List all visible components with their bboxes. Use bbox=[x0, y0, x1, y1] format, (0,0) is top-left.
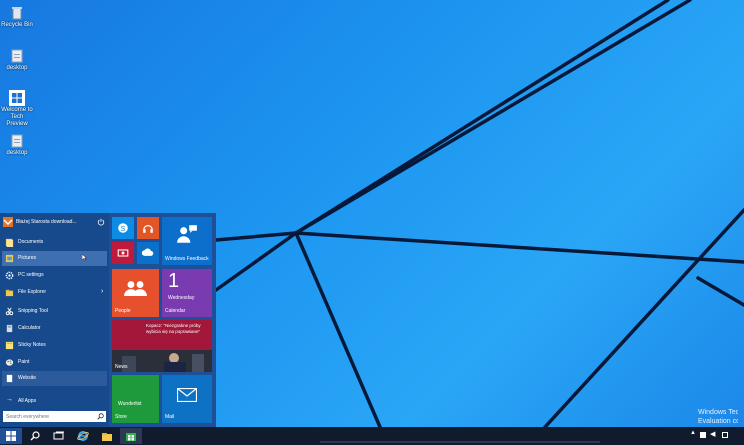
desktop-icon-label: Welcome to Tech Preview bbox=[1, 107, 33, 127]
store-sub: Wunderlist bbox=[118, 401, 142, 407]
start-item-pc-settings[interactable]: PC settings bbox=[2, 268, 107, 283]
feedback-person-icon bbox=[177, 225, 197, 243]
file-icon bbox=[11, 49, 23, 63]
tile-label: Windows Feedback bbox=[165, 256, 209, 262]
internet-explorer-icon bbox=[77, 431, 89, 441]
taskbar-ie-button[interactable] bbox=[72, 428, 94, 444]
news-headline: Kopacz: "Niezgrabne próby wybicia się na… bbox=[146, 323, 201, 334]
scissors-icon bbox=[5, 307, 14, 316]
task-view-icon bbox=[53, 431, 64, 440]
page-icon bbox=[6, 374, 13, 383]
start-item-paint[interactable]: Paint bbox=[2, 355, 107, 370]
taskbar: ▲ ◀ bbox=[0, 427, 744, 445]
start-menu: Błażej Starosta download... Documents Pi… bbox=[0, 213, 216, 427]
start-item-file-explorer[interactable]: File Explorer › bbox=[2, 285, 107, 300]
watermark-line-2: Evaluation copy. bbox=[698, 418, 738, 425]
all-apps-button[interactable]: → All Apps bbox=[2, 394, 107, 409]
paint-icon bbox=[5, 359, 14, 366]
taskbar-store-button[interactable] bbox=[120, 428, 142, 444]
desktop-icon-label: desktop bbox=[6, 150, 28, 156]
task-view-button[interactable] bbox=[48, 428, 70, 444]
search-icon[interactable] bbox=[97, 413, 104, 420]
sticky-note-icon bbox=[5, 341, 14, 350]
windows-logo-icon bbox=[9, 90, 25, 106]
user-account[interactable]: Błażej Starosta download... bbox=[0, 213, 109, 231]
gear-icon bbox=[5, 271, 14, 280]
desktop-icon-label: Recycle Bin bbox=[1, 22, 33, 28]
people-icon bbox=[124, 281, 147, 296]
taskbar-gap-bar bbox=[320, 441, 600, 443]
taskbar-search-button[interactable] bbox=[24, 428, 46, 444]
notification-icon[interactable] bbox=[722, 432, 728, 438]
start-menu-left-pane: Błażej Starosta download... Documents Pi… bbox=[0, 213, 109, 427]
calendar-weekday: Wednesday bbox=[168, 295, 195, 301]
arrow-right-icon: → bbox=[6, 396, 13, 403]
pictures-icon bbox=[5, 254, 14, 263]
search-icon bbox=[30, 431, 40, 441]
desktop-icon-label: desktop bbox=[6, 65, 28, 71]
tile-store[interactable]: Wunderlist Store bbox=[112, 375, 159, 423]
calendar-day: 1 bbox=[168, 270, 180, 292]
headphones-icon bbox=[143, 225, 153, 233]
folder-icon bbox=[5, 289, 14, 297]
tile-music[interactable] bbox=[137, 217, 159, 239]
desktop-icon-file-2[interactable]: desktop bbox=[0, 133, 34, 157]
tile-mail[interactable]: Mail bbox=[162, 375, 212, 423]
watermark-line-1: Windows Technical Preview bbox=[698, 409, 738, 416]
folder-icon bbox=[102, 433, 112, 441]
cloud-icon bbox=[141, 248, 154, 256]
tile-video[interactable] bbox=[112, 242, 134, 264]
windows-logo-icon bbox=[6, 431, 16, 441]
chevron-up-icon[interactable]: ▲ bbox=[690, 430, 696, 436]
documents-icon bbox=[5, 238, 14, 247]
tile-news[interactable]: Kopacz: "Niezgrabne próby wybicia się na… bbox=[112, 320, 212, 372]
tile-label: Store bbox=[115, 414, 127, 420]
start-item-calculator[interactable]: Calculator bbox=[2, 321, 107, 336]
tile-label: News bbox=[115, 364, 128, 370]
start-search-box[interactable] bbox=[3, 411, 106, 422]
tile-windows-feedback[interactable]: Windows Feedback bbox=[162, 217, 212, 265]
tile-label: People bbox=[115, 308, 131, 314]
tile-calendar[interactable]: 1 Wednesday Calendar bbox=[162, 269, 212, 317]
user-avatar-icon bbox=[3, 217, 13, 227]
power-icon[interactable] bbox=[97, 218, 105, 226]
tile-label: Mail bbox=[165, 414, 175, 420]
start-item-snipping-tool[interactable]: Snipping Tool bbox=[2, 304, 107, 319]
user-name: Błażej Starosta download... bbox=[16, 219, 77, 225]
chevron-right-icon: › bbox=[101, 288, 104, 295]
mouse-cursor-icon bbox=[82, 254, 87, 262]
video-icon bbox=[117, 249, 129, 257]
store-bag-icon bbox=[126, 433, 136, 441]
start-item-sticky-notes[interactable]: Sticky Notes bbox=[2, 338, 107, 353]
network-icon[interactable] bbox=[700, 432, 706, 438]
evaluation-watermark: Windows Technical Preview Evaluation cop… bbox=[698, 408, 738, 426]
tile-onedrive[interactable] bbox=[137, 242, 159, 264]
search-input[interactable] bbox=[3, 411, 96, 422]
mail-icon bbox=[177, 388, 197, 402]
calculator-icon bbox=[6, 324, 13, 333]
volume-icon[interactable]: ◀ bbox=[710, 430, 715, 438]
svg-text:S: S bbox=[121, 224, 126, 233]
start-item-pictures[interactable]: Pictures bbox=[2, 251, 107, 266]
start-item-website[interactable]: Website bbox=[2, 371, 107, 386]
recycle-bin-icon bbox=[12, 7, 22, 20]
tile-people[interactable]: People bbox=[112, 269, 159, 317]
skype-icon: S bbox=[118, 223, 128, 233]
start-item-documents[interactable]: Documents bbox=[2, 235, 107, 250]
tile-skype[interactable]: S bbox=[112, 217, 134, 239]
desktop-icon-recycle-bin[interactable]: Recycle Bin bbox=[0, 5, 34, 29]
desktop-icon-file[interactable]: desktop bbox=[0, 48, 34, 72]
desktop-icon-welcome[interactable]: Welcome to Tech Preview bbox=[0, 90, 34, 128]
file-icon bbox=[11, 134, 23, 148]
start-button[interactable] bbox=[0, 428, 22, 444]
taskbar-file-explorer-button[interactable] bbox=[96, 428, 118, 444]
system-tray: ▲ ◀ bbox=[690, 430, 740, 442]
tile-label: Calendar bbox=[165, 308, 186, 314]
